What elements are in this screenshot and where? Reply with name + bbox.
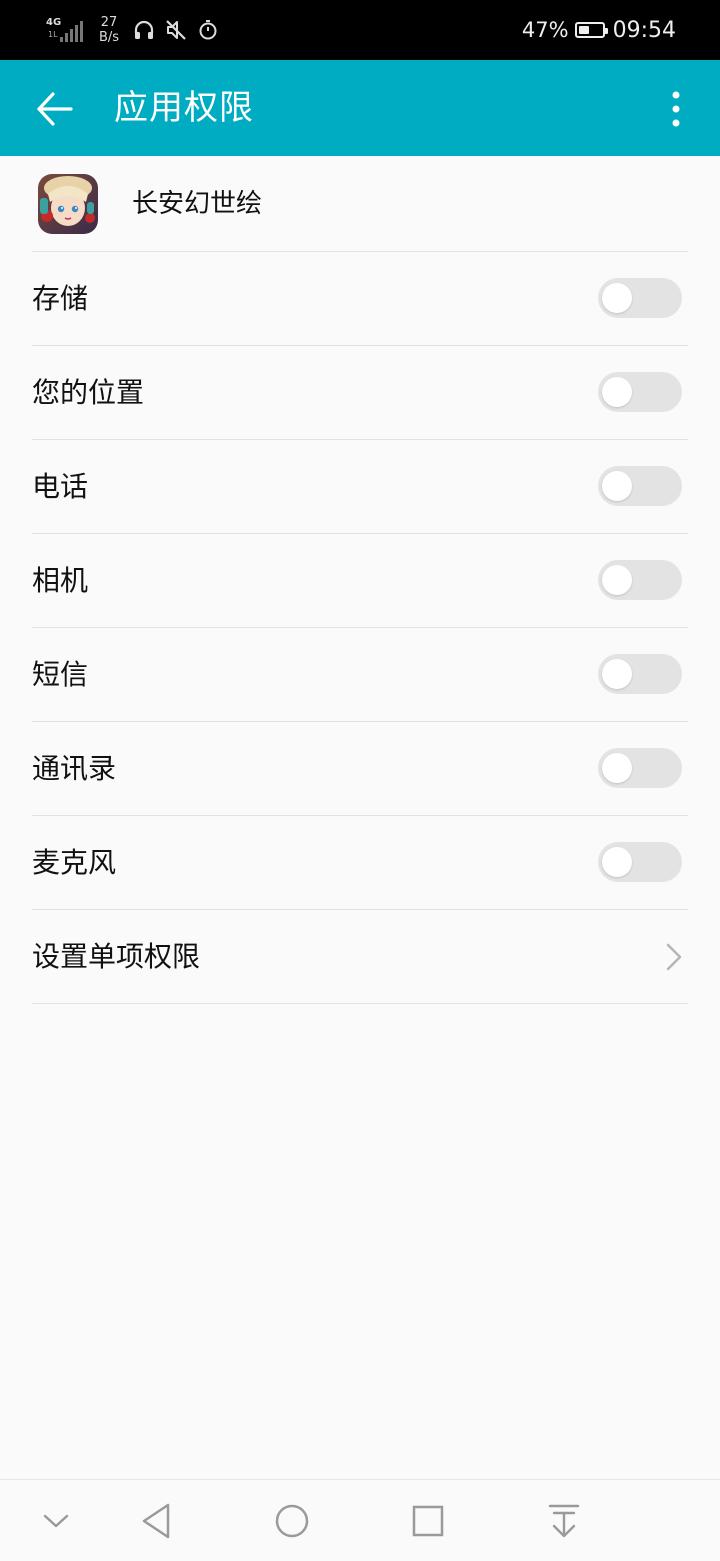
more-vertical-icon bbox=[672, 91, 680, 127]
permission-label: 麦克风 bbox=[32, 846, 117, 879]
headphones-icon bbox=[134, 20, 154, 39]
location-toggle[interactable] bbox=[598, 372, 682, 412]
battery-percent: 47% bbox=[521, 18, 569, 42]
permission-row-camera[interactable]: 相机 bbox=[32, 534, 688, 628]
permission-label: 通讯录 bbox=[32, 752, 117, 785]
collapse-nav-button[interactable] bbox=[16, 1480, 96, 1561]
phone-toggle[interactable] bbox=[598, 466, 682, 506]
notifications-pull-icon bbox=[548, 1504, 580, 1537]
page-title: 应用权限 bbox=[114, 88, 254, 128]
navigation-bar bbox=[0, 1479, 720, 1561]
permission-row-contacts[interactable]: 通讯录 bbox=[32, 722, 688, 816]
toggle-knob bbox=[602, 565, 632, 595]
individual-permissions-label: 设置单项权限 bbox=[32, 940, 201, 973]
permission-row-location[interactable]: 您的位置 bbox=[32, 346, 688, 440]
collapse-icon bbox=[43, 1514, 69, 1527]
status-left: 4G 1L 27 B/s bbox=[46, 12, 220, 48]
battery-icon bbox=[574, 22, 608, 38]
app-name: 长安幻世绘 bbox=[132, 189, 263, 219]
notification-pull-button[interactable] bbox=[524, 1480, 604, 1561]
network-type: 4G bbox=[46, 17, 62, 28]
permission-row-storage[interactable]: 存储 bbox=[32, 252, 688, 346]
toggle-knob bbox=[602, 471, 632, 501]
status-right: 47% 09:54 bbox=[522, 0, 676, 60]
app-bar: 应用权限 bbox=[0, 60, 720, 156]
camera-toggle[interactable] bbox=[598, 560, 682, 600]
arrow-left-icon bbox=[37, 92, 73, 126]
permission-list: 存储 您的位置 电话 相机 短信 通讯录 麦克风 设置单项权限 bbox=[0, 252, 720, 1004]
permission-label: 电话 bbox=[32, 470, 89, 503]
storage-toggle[interactable] bbox=[598, 278, 682, 318]
speed-value: 27 bbox=[100, 15, 118, 30]
status-bar: 4G 1L 27 B/s 47% 09:54 bbox=[0, 0, 720, 60]
speed-unit: B/s bbox=[98, 30, 120, 45]
battery-fill bbox=[578, 26, 589, 34]
back-button[interactable] bbox=[28, 84, 82, 134]
signal-icon: 4G 1L bbox=[46, 16, 83, 44]
clock: 09:54 bbox=[612, 17, 676, 43]
network-sub: 1L bbox=[48, 30, 58, 39]
permission-label: 相机 bbox=[32, 564, 89, 597]
battery-cap bbox=[604, 28, 608, 34]
permission-row-microphone[interactable]: 麦克风 bbox=[32, 816, 688, 910]
toggle-knob bbox=[602, 377, 632, 407]
contacts-toggle[interactable] bbox=[598, 748, 682, 788]
mute-icon bbox=[166, 20, 186, 40]
toggle-knob bbox=[602, 659, 632, 689]
recents-nav-button[interactable] bbox=[388, 1480, 468, 1561]
network-speed: 27 B/s bbox=[94, 15, 124, 45]
signal-bars bbox=[60, 21, 83, 42]
alarm-icon bbox=[199, 20, 217, 40]
individual-permissions-row[interactable]: 设置单项权限 bbox=[32, 910, 688, 1004]
microphone-toggle[interactable] bbox=[598, 842, 682, 882]
home-nav-button[interactable] bbox=[252, 1480, 332, 1561]
chevron-right-icon bbox=[666, 943, 682, 971]
toggle-knob bbox=[602, 847, 632, 877]
app-header: 长安幻世绘 bbox=[0, 156, 720, 252]
permission-row-phone[interactable]: 电话 bbox=[32, 440, 688, 534]
sms-toggle[interactable] bbox=[598, 654, 682, 694]
toggle-knob bbox=[602, 283, 632, 313]
app-icon bbox=[38, 174, 98, 234]
toggle-knob bbox=[602, 753, 632, 783]
permission-label: 您的位置 bbox=[32, 376, 145, 409]
home-icon bbox=[275, 1504, 309, 1537]
back-icon bbox=[142, 1503, 170, 1538]
back-nav-button[interactable] bbox=[116, 1480, 196, 1561]
permission-label: 存储 bbox=[32, 282, 89, 315]
permission-label: 短信 bbox=[32, 658, 89, 691]
recents-icon bbox=[412, 1505, 444, 1536]
permission-row-sms[interactable]: 短信 bbox=[32, 628, 688, 722]
more-options-button[interactable] bbox=[656, 84, 696, 134]
